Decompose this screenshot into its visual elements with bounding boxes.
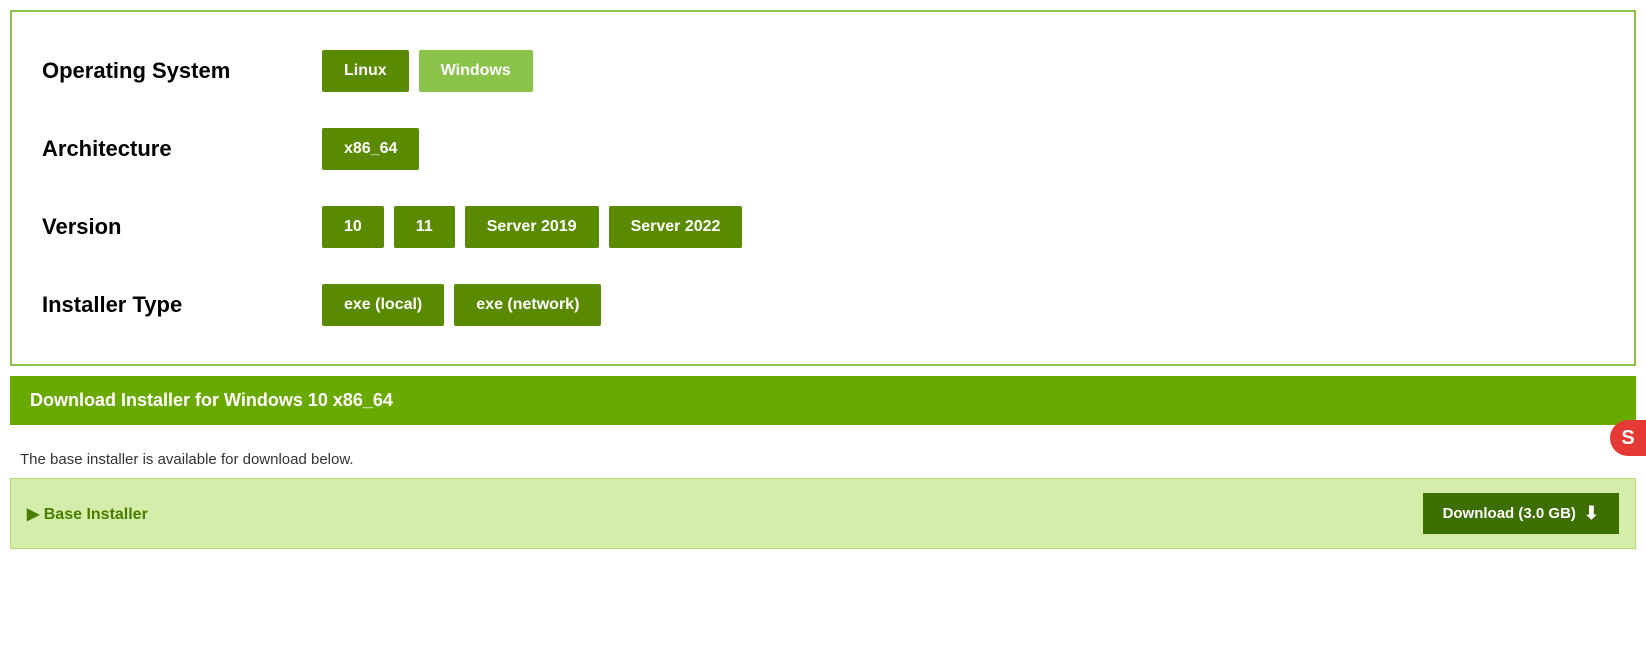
download-bar-title: Download Installer for Windows 10 x86_64	[30, 390, 393, 410]
base-installer-row: Base Installer Download (3.0 GB) ⬇	[10, 478, 1636, 549]
os-label: Operating System	[42, 58, 322, 84]
arch-label: Architecture	[42, 136, 322, 162]
installer-type-row: Installer Type exe (local) exe (network)	[42, 266, 1604, 344]
arch-buttons: x86_64	[322, 128, 419, 170]
version-row: Version 10 11 Server 2019 Server 2022	[42, 188, 1604, 266]
installer-exe-local-button[interactable]: exe (local)	[322, 284, 444, 326]
base-installer-label: Base Installer	[27, 504, 148, 524]
selector-panel: Operating System Linux Windows Architect…	[10, 10, 1636, 366]
version-10-button[interactable]: 10	[322, 206, 384, 248]
os-row: Operating System Linux Windows	[42, 32, 1604, 110]
download-button[interactable]: Download (3.0 GB) ⬇	[1423, 493, 1619, 534]
version-label: Version	[42, 214, 322, 240]
version-buttons: 10 11 Server 2019 Server 2022	[322, 206, 742, 248]
os-linux-button[interactable]: Linux	[322, 50, 409, 92]
installer-type-label: Installer Type	[42, 292, 322, 318]
installer-exe-network-button[interactable]: exe (network)	[454, 284, 601, 326]
download-icon: ⬇	[1584, 503, 1599, 524]
download-button-label: Download (3.0 GB)	[1443, 505, 1576, 522]
os-windows-button[interactable]: Windows	[419, 50, 533, 92]
version-server2022-button[interactable]: Server 2022	[609, 206, 743, 248]
csdn-badge: S	[1610, 420, 1646, 456]
arch-x86-button[interactable]: x86_64	[322, 128, 419, 170]
download-description: The base installer is available for down…	[20, 451, 354, 468]
os-buttons: Linux Windows	[322, 50, 533, 92]
version-11-button[interactable]: 11	[394, 206, 455, 248]
arch-row: Architecture x86_64	[42, 110, 1604, 188]
installer-type-buttons: exe (local) exe (network)	[322, 284, 601, 326]
version-server2019-button[interactable]: Server 2019	[465, 206, 599, 248]
download-info: The base installer is available for down…	[0, 435, 1646, 478]
download-bar: Download Installer for Windows 10 x86_64	[10, 376, 1636, 425]
